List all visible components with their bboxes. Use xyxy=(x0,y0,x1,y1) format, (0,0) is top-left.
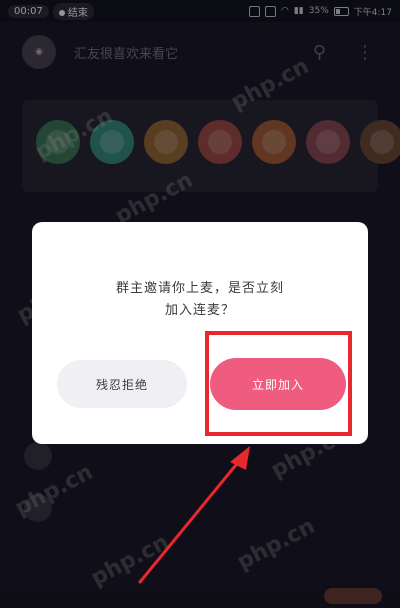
dialog-message-line1: 群主邀请你上麦，是否立刻 xyxy=(115,281,284,296)
dialog-message-line2: 加入连麦？ xyxy=(164,303,235,318)
join-button[interactable]: 立即加入 xyxy=(210,358,346,410)
decline-button[interactable]: 残忍拒绝 xyxy=(57,360,187,408)
invite-dialog: 群主邀请你上麦，是否立刻 加入连麦？ 残忍拒绝 立即加入 xyxy=(32,222,368,444)
dialog-message: 群主邀请你上麦，是否立刻 加入连麦？ xyxy=(32,278,368,322)
